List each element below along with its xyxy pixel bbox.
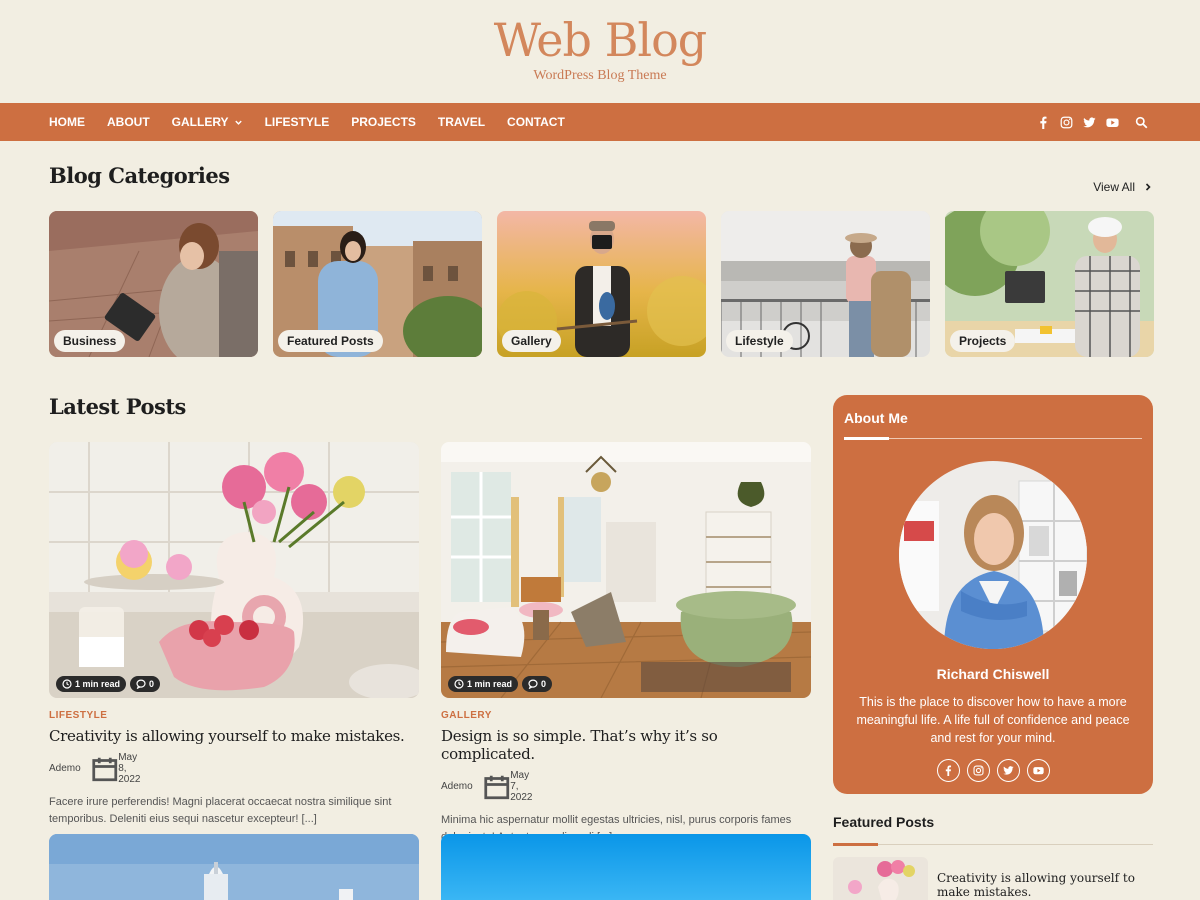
about-name: Richard Chiswell bbox=[936, 666, 1050, 682]
read-time-badge: 1 min read bbox=[56, 676, 127, 692]
post-image[interactable]: 1 min read 0 bbox=[49, 442, 419, 698]
nav-icons bbox=[1027, 103, 1148, 141]
instagram-icon[interactable] bbox=[1059, 115, 1073, 129]
post-image-sky bbox=[441, 834, 811, 900]
category-label: Lifestyle bbox=[726, 330, 793, 352]
category-label: Gallery bbox=[502, 330, 561, 352]
featured-post-title[interactable]: Creativity is allowing yourself to make … bbox=[937, 871, 1147, 899]
post-title[interactable]: Creativity is allowing yourself to make … bbox=[49, 727, 419, 745]
post-meta-badges: 1 min read 0 bbox=[448, 676, 556, 692]
post-author[interactable]: Ademo bbox=[49, 763, 81, 774]
divider-accent bbox=[844, 437, 889, 440]
facebook-icon[interactable] bbox=[936, 759, 960, 782]
featured-post-thumbnail[interactable] bbox=[833, 857, 928, 900]
nav-item-about[interactable]: ABOUT bbox=[107, 115, 150, 129]
post-info: Ademo May 7, 2022 bbox=[441, 770, 811, 803]
category-card-business[interactable]: Business bbox=[49, 211, 258, 357]
about-me-heading: About Me bbox=[844, 410, 908, 426]
post-date[interactable]: May 7, 2022 bbox=[483, 770, 538, 803]
youtube-icon[interactable] bbox=[1105, 115, 1119, 129]
clock-icon bbox=[454, 679, 464, 689]
view-all-link[interactable]: View All bbox=[1093, 180, 1153, 194]
youtube-icon[interactable] bbox=[1026, 759, 1050, 782]
post-author[interactable]: Ademo bbox=[441, 781, 473, 792]
blog-categories-heading: Blog Categories bbox=[49, 163, 230, 188]
main-navbar: HOME ABOUT GALLERY LIFESTYLE PROJECTS TR… bbox=[0, 103, 1200, 141]
instagram-icon[interactable] bbox=[966, 759, 990, 782]
twitter-icon[interactable] bbox=[1082, 115, 1096, 129]
twitter-icon[interactable] bbox=[996, 759, 1020, 782]
category-label: Business bbox=[54, 330, 126, 352]
category-cards: Business Featured Posts Gallery Lifestyl… bbox=[49, 211, 1169, 357]
nav-item-home[interactable]: HOME bbox=[49, 115, 85, 129]
latest-posts-heading: Latest Posts bbox=[49, 394, 186, 419]
about-me-widget: About Me Richard Chiswell This is the pl… bbox=[833, 395, 1153, 794]
featured-posts-heading: Featured Posts bbox=[833, 814, 935, 830]
post-image[interactable] bbox=[49, 834, 419, 900]
site-title[interactable]: Web Blog bbox=[0, 0, 1200, 66]
featured-thumb-flowers bbox=[833, 857, 928, 900]
search-icon[interactable] bbox=[1134, 115, 1148, 129]
post-image-interior bbox=[441, 442, 811, 698]
post-info: Ademo May 8, 2022 bbox=[49, 752, 419, 785]
nav-item-contact[interactable]: CONTACT bbox=[507, 115, 565, 129]
category-label: Featured Posts bbox=[278, 330, 383, 352]
site-header: Web Blog WordPress Blog Theme bbox=[0, 0, 1200, 103]
post-card: 1 min read 0 LIFESTYLE Creativity is all… bbox=[49, 442, 419, 828]
avatar-photo bbox=[899, 461, 1087, 649]
post-excerpt: Facere irure perferendis! Magni placerat… bbox=[49, 796, 392, 825]
category-card-featured-posts[interactable]: Featured Posts bbox=[273, 211, 482, 357]
category-card-projects[interactable]: Projects bbox=[945, 211, 1154, 357]
nav-item-gallery[interactable]: GALLERY bbox=[172, 115, 243, 129]
nav-item-lifestyle[interactable]: LIFESTYLE bbox=[265, 115, 330, 129]
read-time-badge: 1 min read bbox=[448, 676, 519, 692]
category-card-lifestyle[interactable]: Lifestyle bbox=[721, 211, 930, 357]
chevron-right-icon bbox=[1145, 183, 1151, 191]
category-label: Projects bbox=[950, 330, 1016, 352]
site-tagline: WordPress Blog Theme bbox=[533, 68, 667, 83]
post-image-flowers bbox=[49, 442, 419, 698]
post-image-city bbox=[49, 834, 419, 900]
post-card: 1 min read 0 GALLERY Design is so simple… bbox=[441, 442, 811, 846]
calendar-icon bbox=[92, 757, 117, 781]
comment-icon bbox=[528, 679, 538, 689]
chevron-down-icon bbox=[234, 120, 242, 125]
post-image[interactable]: 1 min read 0 bbox=[441, 442, 811, 698]
post-category[interactable]: GALLERY bbox=[441, 710, 811, 721]
clock-icon bbox=[62, 679, 72, 689]
post-title[interactable]: Design is so simple. That’s why it’s so … bbox=[441, 727, 811, 763]
comment-count-badge[interactable]: 0 bbox=[130, 676, 161, 692]
comment-count-badge[interactable]: 0 bbox=[522, 676, 553, 692]
post-category[interactable]: LIFESTYLE bbox=[49, 710, 419, 721]
divider bbox=[833, 844, 1153, 845]
comment-icon bbox=[136, 679, 146, 689]
divider-accent bbox=[833, 843, 878, 846]
category-card-gallery[interactable]: Gallery bbox=[497, 211, 706, 357]
nav-item-travel[interactable]: TRAVEL bbox=[438, 115, 485, 129]
nav-item-projects[interactable]: PROJECTS bbox=[351, 115, 416, 129]
calendar-icon bbox=[484, 775, 509, 799]
nav-menu: HOME ABOUT GALLERY LIFESTYLE PROJECTS TR… bbox=[49, 103, 587, 141]
post-date[interactable]: May 8, 2022 bbox=[91, 752, 146, 785]
post-image[interactable] bbox=[441, 834, 811, 900]
avatar bbox=[899, 461, 1087, 649]
facebook-icon[interactable] bbox=[1036, 115, 1050, 129]
post-meta-badges: 1 min read 0 bbox=[56, 676, 164, 692]
about-social-links bbox=[833, 759, 1153, 782]
about-text: This is the place to discover how to hav… bbox=[856, 695, 1130, 745]
